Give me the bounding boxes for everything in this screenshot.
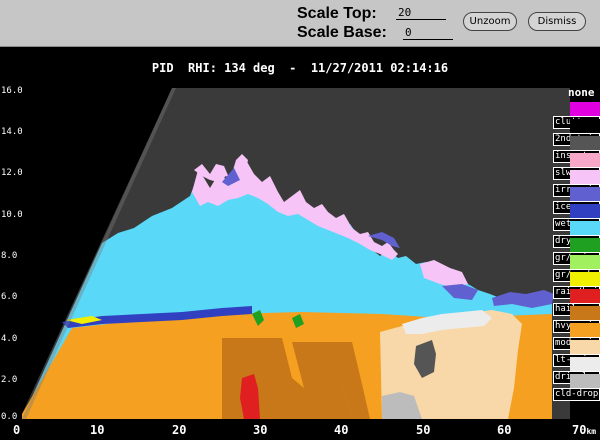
legend-swatch xyxy=(570,340,600,354)
legend-swatch xyxy=(570,170,600,184)
legend-swatch xyxy=(570,289,600,303)
legend-swatch xyxy=(570,102,600,116)
y-tick-label: 10.0 xyxy=(1,210,23,220)
legend-swatch xyxy=(570,357,600,371)
unzoom-button[interactable]: Unzoom xyxy=(463,12,517,31)
x-tick-label: 50 xyxy=(416,423,431,437)
scale-base-label: Scale Base: xyxy=(297,24,387,41)
legend-swatch xyxy=(570,323,600,337)
x-tick-label: 30 xyxy=(253,423,268,437)
y-tick-label: 16.0 xyxy=(1,86,23,96)
legend-swatch xyxy=(570,238,600,252)
legend-swatch xyxy=(570,272,600,286)
x-tick-label: 40 xyxy=(334,423,349,437)
plot-title: PID RHI: 134 deg - 11/27/2011 02:14:16 xyxy=(151,61,449,75)
rhi-plot-canvas[interactable] xyxy=(22,88,570,419)
y-tick-label: 6.0 xyxy=(1,292,18,302)
y-tick-label: 8.0 xyxy=(1,251,18,261)
legend-swatch xyxy=(570,119,600,133)
dismiss-button[interactable]: Dismiss xyxy=(528,12,586,31)
y-tick-label: 12.0 xyxy=(1,168,23,178)
y-tick-label: 4.0 xyxy=(1,334,18,344)
x-last-tick-label: 70 xyxy=(572,423,587,437)
y-tick-label: 2.0 xyxy=(1,375,18,385)
y-tick-label: 0.0 xyxy=(1,412,18,422)
legend-swatch xyxy=(570,204,600,218)
legend-label: cld-drops xyxy=(553,388,600,401)
legend-swatch xyxy=(570,187,600,201)
x-tick-label: 10 xyxy=(90,423,105,437)
legend-swatch xyxy=(570,136,600,150)
x-tick-label: 0 xyxy=(13,423,21,437)
legend-header: none xyxy=(568,86,595,99)
x-tick-label: 20 xyxy=(172,423,187,437)
legend-swatch xyxy=(570,374,600,388)
scale-base-input[interactable] xyxy=(403,25,453,40)
x-tick-label: 70km xyxy=(572,423,596,437)
legend-swatch xyxy=(570,153,600,167)
scale-top-label: Scale Top: xyxy=(297,5,377,22)
control-bar: Scale Top: Scale Base: Unzoom Dismiss xyxy=(0,0,600,47)
scale-top-input[interactable] xyxy=(396,5,446,20)
x-axis-unit: km xyxy=(586,427,597,436)
legend-swatch xyxy=(570,221,600,235)
legend-swatch xyxy=(570,306,600,320)
x-tick-label: 60 xyxy=(497,423,512,437)
y-tick-label: 14.0 xyxy=(1,127,23,137)
legend-swatch xyxy=(570,255,600,269)
